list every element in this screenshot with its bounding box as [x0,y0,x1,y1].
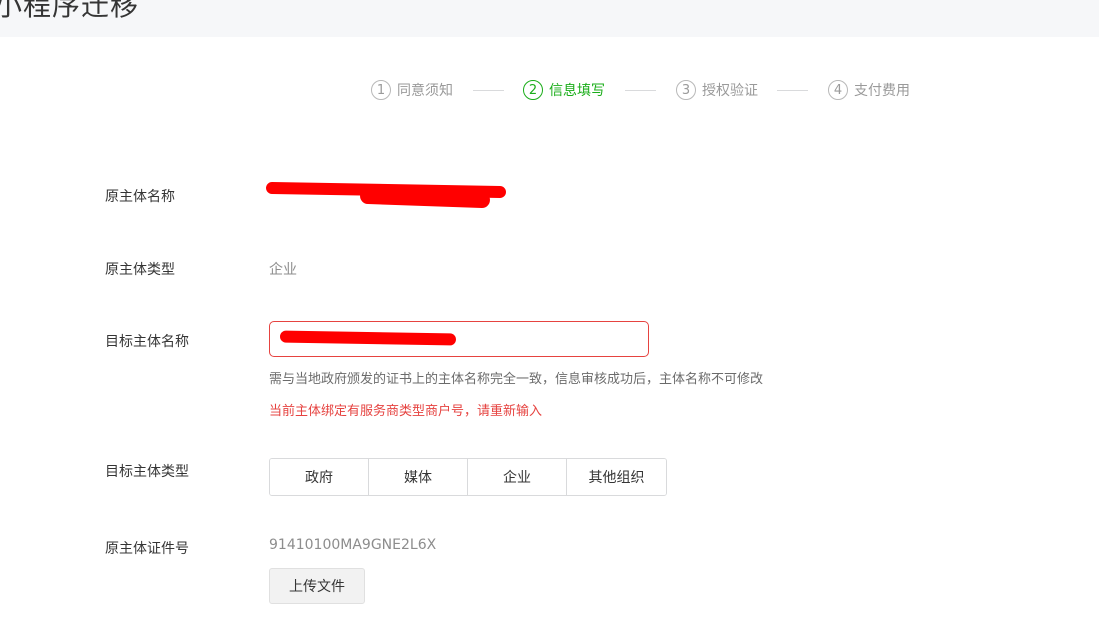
step-number: 2 [523,80,543,100]
target-name-error: 当前主体绑定有服务商类型商户号，请重新输入 [269,404,543,419]
step-label: 同意须知 [397,83,453,99]
step-number: 1 [371,80,391,100]
step-payment: 4 支付费用 [828,80,910,100]
type-option-media[interactable]: 媒体 [369,459,468,495]
step-divider [777,90,808,91]
page-title: 小程序迁移 [0,0,140,22]
step-divider [625,90,656,91]
target-name-label: 目标主体名称 [105,334,189,350]
upload-file-button[interactable]: 上传文件 [269,568,365,604]
step-number: 4 [828,80,848,100]
step-number: 3 [676,80,696,100]
original-type-label: 原主体类型 [105,262,175,278]
step-authorize: 3 授权验证 [676,80,758,100]
type-option-other-org[interactable]: 其他组织 [567,459,666,495]
step-agree: 1 同意须知 [371,80,453,100]
type-option-enterprise[interactable]: 企业 [468,459,567,495]
target-name-hint: 需与当地政府颁发的证书上的主体名称完全一致，信息审核成功后，主体名称不可修改 [269,372,764,387]
top-bar: 小程序迁移 [0,0,1099,37]
step-divider [473,90,504,91]
original-cert-label: 原主体证件号 [105,541,189,557]
original-cert-value: 91410100MA9GNE2L6X [269,537,437,553]
type-option-government[interactable]: 政府 [270,459,369,495]
step-label: 信息填写 [549,83,605,99]
step-info-fill: 2 信息填写 [523,80,605,100]
redaction-mark [359,187,491,209]
original-name-label: 原主体名称 [105,189,175,205]
target-type-selector: 政府 媒体 企业 其他组织 [269,458,667,496]
step-label: 授权验证 [702,83,758,99]
original-type-value: 企业 [269,262,297,278]
step-label: 支付费用 [854,83,910,99]
target-type-label: 目标主体类型 [105,464,189,480]
